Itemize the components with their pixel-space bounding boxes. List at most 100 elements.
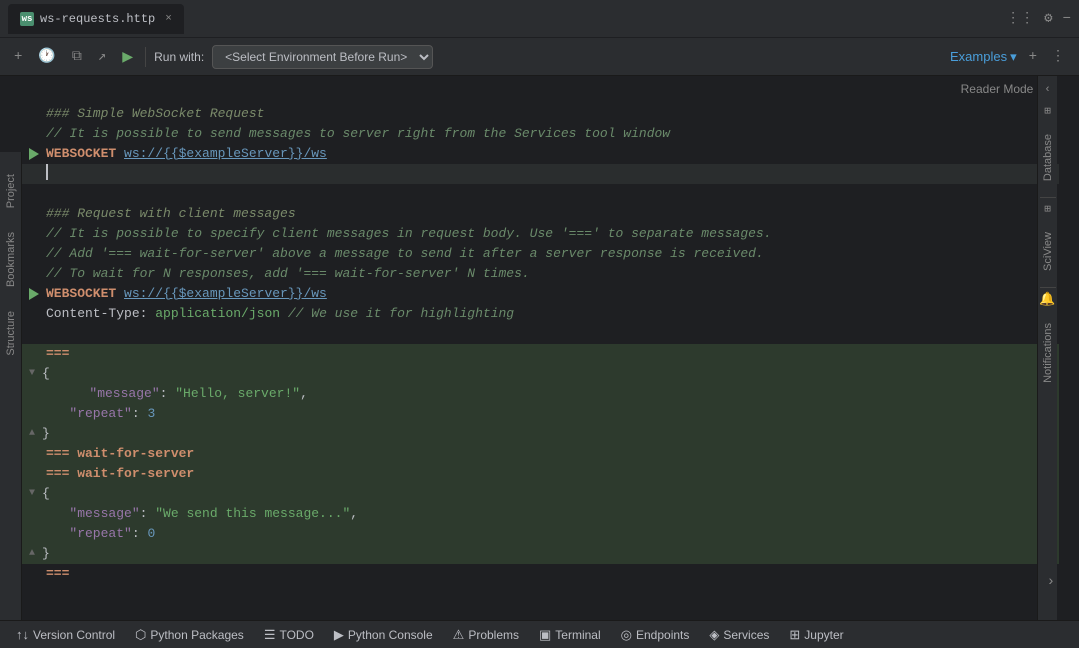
sidebar-item-database[interactable]: Database [1040,122,1056,193]
separator-1: === [46,344,69,364]
terminal-icon: ▣ [539,627,551,643]
problems-label: Problems [468,628,519,642]
fold-button-close-2[interactable]: ▲ [26,548,38,560]
services-icon: ◈ [709,627,719,643]
line-blank-1 [22,184,1059,204]
comment-4: // To wait for N responses, add '=== wai… [46,264,530,284]
panel-icon-2[interactable]: ⊞ [1044,202,1051,216]
share-icon[interactable]: ↗ [94,46,110,67]
version-control-label: Version Control [33,628,115,642]
line-2: // It is possible to send messages to se… [22,124,1059,144]
json-comma-1: , [300,384,308,404]
line-json-open-2[interactable]: ▼ { [22,484,1059,504]
jupyter-label: Jupyter [804,628,843,642]
header-val: application/json [155,304,288,324]
file-tab[interactable]: ws ws-requests.http × [8,4,184,34]
line-json-3: "message" : "We send this message..." , [22,504,1059,524]
comment-2: // It is possible to specify client mess… [46,224,772,244]
tab-icon: ws [20,12,34,26]
status-todo[interactable]: ☰ TODO [254,621,324,648]
ws-url-1: ws://{{$exampleServer}}/ws [124,144,327,164]
collapse-icon[interactable]: ‹ [1044,84,1051,96]
line-sep-2: === wait-for-server [22,444,1059,464]
fold-button-close-1[interactable]: ▲ [26,428,38,440]
tab-label: ws-requests.http [40,12,155,26]
examples-button[interactable]: Examples ▾ [950,49,1017,65]
line-json-close-2[interactable]: ▲ } [22,544,1059,564]
json-colon-1: : [160,384,176,404]
menu-icon[interactable]: ⋮⋮ [1006,10,1034,27]
header-key: Content-Type [46,304,140,324]
json-key-message2: "message" [46,504,140,524]
endpoints-label: Endpoints [636,628,689,642]
status-endpoints[interactable]: ◎ Endpoints [611,621,700,648]
settings-icon[interactable]: ⚙ [1044,10,1052,27]
comment-1: // It is possible to send messages to se… [46,124,670,144]
expand-icon[interactable]: + [1025,47,1041,67]
line-cursor[interactable] [22,164,1059,184]
run-button-1[interactable] [26,146,42,162]
json-colon-4: : [132,524,148,544]
ws-keyword-1: WEBSOCKET [46,144,124,164]
divider2 [1040,287,1056,288]
json-val-message2: "We send this message..." [155,504,350,524]
sidebar-item-bookmarks[interactable]: Bookmarks [3,220,19,299]
status-python-packages[interactable]: ⬡ Python Packages [125,621,254,648]
json-key-repeat: "repeat" [46,404,132,424]
terminal-label: Terminal [555,628,600,642]
status-terminal[interactable]: ▣ Terminal [529,621,611,648]
notification-icon[interactable]: 🔔 [1039,292,1055,307]
panel-icon-1[interactable]: ⊞ [1044,104,1051,118]
status-problems[interactable]: ⚠ Problems [443,621,529,648]
tab-close[interactable]: × [165,13,172,25]
json-comma-2: , [350,504,358,524]
run-icon[interactable]: ▶ [118,44,137,70]
history-icon[interactable]: 🕐 [34,46,59,67]
sidebar-item-project[interactable]: Project [3,162,19,220]
jupyter-icon: ⊞ [789,627,800,643]
sidebar-item-sciview[interactable]: SciView [1040,220,1056,283]
title-bar-controls: ⋮⋮ ⚙ − [1006,10,1071,27]
line-9[interactable]: WEBSOCKET ws://{{$exampleServer}}/ws [22,284,1059,304]
divider [1040,197,1056,198]
add-icon[interactable]: + [10,47,26,67]
header-colon: : [140,304,156,324]
services-label: Services [723,628,769,642]
python-console-label: Python Console [348,628,433,642]
status-services[interactable]: ◈ Services [699,621,779,648]
reader-mode-button[interactable]: Reader Mode [961,82,1034,102]
python-packages-icon: ⬡ [135,627,146,643]
line-sep-1: === [22,344,1059,364]
status-bar: ↑↓ Version Control ⬡ Python Packages ☰ T… [0,620,1079,648]
line-3[interactable]: WEBSOCKET ws://{{$exampleServer}}/ws [22,144,1059,164]
run-triangle-1 [29,148,39,160]
more-icon[interactable]: ⋮ [1047,46,1069,67]
scroll-down-arrow[interactable]: › [1047,574,1055,590]
line-sep-4: === [22,564,1059,584]
line-json-close-1[interactable]: ▲ } [22,424,1059,444]
json-key-message: "message" [66,384,160,404]
status-python-console[interactable]: ▶ Python Console [324,621,443,648]
sidebar-item-structure[interactable]: Structure [3,299,19,368]
sidebar-item-notifications[interactable]: Notifications [1040,311,1056,395]
line-8: // To wait for N responses, add '=== wai… [22,264,1059,284]
line-json-open-1[interactable]: ▼ { [22,364,1059,384]
environment-select[interactable]: <Select Environment Before Run> [212,45,433,69]
editor[interactable]: Reader Mode ✓ ### Simple WebSocket Reque… [22,76,1059,620]
fold-button-2[interactable]: ▼ [26,488,38,500]
run-button-2[interactable] [26,286,42,302]
line-blank-2 [22,324,1059,344]
json-brace-open-1: { [42,364,50,384]
status-jupyter[interactable]: ⊞ Jupyter [779,621,853,648]
line-json-1: "message" : "Hello, server!" , [22,384,1059,404]
title-bar: ws ws-requests.http × ⋮⋮ ⚙ − [0,0,1079,38]
minimize-icon[interactable]: − [1063,11,1071,27]
todo-label: TODO [279,628,313,642]
status-version-control[interactable]: ↑↓ Version Control [6,621,125,648]
version-control-icon: ↑↓ [16,627,29,642]
copy-icon[interactable]: ⧉ [68,47,86,67]
editor-content: Reader Mode ✓ ### Simple WebSocket Reque… [22,76,1059,588]
json-colon-3: : [140,504,156,524]
heading-1: ### Simple WebSocket Request [46,104,264,124]
fold-button-1[interactable]: ▼ [26,368,38,380]
